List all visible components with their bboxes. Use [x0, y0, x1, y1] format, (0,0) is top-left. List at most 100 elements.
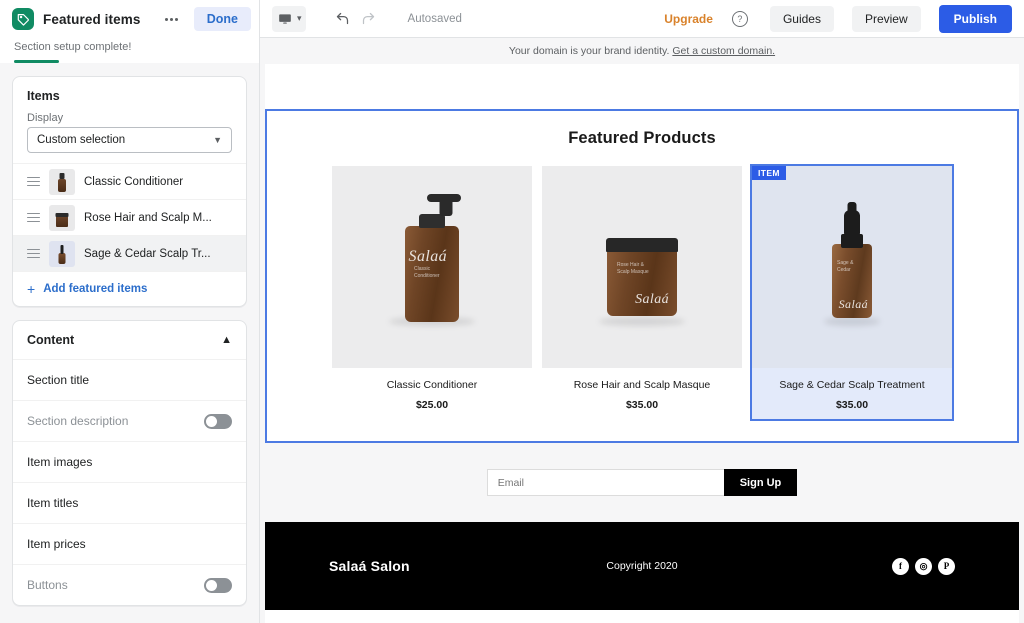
- domain-banner-text: Your domain is your brand identity.: [508, 45, 670, 57]
- add-featured-items-button[interactable]: + Add featured items: [13, 271, 246, 306]
- product-image: Sage & Cedar Salaá: [752, 166, 952, 368]
- sign-up-button[interactable]: Sign Up: [723, 469, 798, 496]
- history-group: [330, 6, 382, 32]
- product-card[interactable]: Rose Hair & Scalp Masque Salaá Rose Hair …: [542, 166, 742, 419]
- autosave-status: Autosaved: [407, 12, 462, 25]
- list-item-selected[interactable]: Sage & Cedar Scalp Tr...: [13, 235, 246, 271]
- undo-arrow-icon: [336, 12, 349, 25]
- list-item-label: Classic Conditioner: [84, 175, 184, 188]
- page-title: Featured items: [43, 11, 141, 27]
- footer-brand: Salaá Salon: [329, 558, 410, 574]
- list-item-label: Rose Hair and Scalp M...: [84, 211, 212, 224]
- content-card-header[interactable]: Content ▲: [13, 321, 246, 359]
- content-row-label: Item prices: [27, 537, 86, 551]
- product-meta: Rose Hair and Scalp Masque $35.00: [542, 368, 742, 419]
- display-label: Display: [27, 112, 64, 124]
- plus-icon: +: [27, 281, 36, 297]
- product-price: $35.00: [625, 399, 659, 411]
- content-row-section-title[interactable]: Section title: [13, 359, 246, 400]
- product-image: Rose Hair & Scalp Masque Salaá: [542, 166, 742, 368]
- section-settings-sidebar: Featured items Done Section setup comple…: [0, 0, 260, 623]
- list-item-label: Sage & Cedar Scalp Tr...: [84, 247, 211, 260]
- chevron-up-icon[interactable]: ▲: [221, 334, 232, 346]
- redo-arrow-icon: [362, 12, 375, 25]
- product-meta: Sage & Cedar Scalp Treatment $35.00: [752, 368, 952, 419]
- content-row-item-titles[interactable]: Item titles: [13, 482, 246, 523]
- content-row-item-images[interactable]: Item images: [13, 441, 246, 482]
- drag-handle-icon[interactable]: [27, 248, 40, 259]
- preview-page: Your domain is your brand identity. Get …: [265, 38, 1019, 623]
- signup-form: Sign Up: [486, 469, 798, 496]
- device-selector-button[interactable]: ▾: [272, 5, 306, 32]
- drag-handle-icon[interactable]: [27, 212, 40, 223]
- drag-handle-icon[interactable]: [27, 176, 40, 187]
- section-heading: Featured Products: [568, 129, 716, 147]
- featured-products-section[interactable]: Featured Products Classic Conditioner Sal…: [265, 109, 1019, 443]
- editor-toolbar: ▾ Autosaved Upgrade ? Guides Preview Pub…: [260, 0, 1024, 38]
- sidebar-header: Featured items Done: [0, 0, 259, 38]
- get-custom-domain-link[interactable]: Get a custom domain.: [672, 45, 775, 57]
- preview-canvas[interactable]: Your domain is your brand identity. Get …: [260, 38, 1024, 623]
- product-name: Rose Hair and Scalp Masque: [573, 379, 711, 391]
- setup-progress: Section setup complete!: [0, 38, 259, 63]
- content-row-label: Section title: [27, 373, 90, 387]
- item-thumbnail: [49, 204, 75, 231]
- redo-button[interactable]: [356, 6, 382, 32]
- content-row-label: Section description: [27, 414, 129, 428]
- product-name: Classic Conditioner: [386, 379, 478, 391]
- items-card-title: Items: [27, 89, 60, 103]
- setup-status-text: Section setup complete!: [14, 41, 132, 53]
- facebook-icon[interactable]: f: [892, 557, 909, 575]
- product-card[interactable]: Classic Conditioner Salaá Classic Conditi…: [332, 166, 532, 419]
- display-select[interactable]: Custom selection ▼: [27, 127, 232, 153]
- product-price: $35.00: [835, 399, 869, 411]
- items-card-top: Items Display Custom selection ▼: [13, 77, 246, 163]
- list-item[interactable]: Rose Hair and Scalp M...: [13, 199, 246, 235]
- content-row-label: Item images: [27, 455, 93, 469]
- content-card-title: Content: [27, 333, 75, 347]
- content-row-label: Buttons: [27, 578, 68, 592]
- domain-banner: Your domain is your brand identity. Get …: [265, 38, 1019, 64]
- instagram-icon[interactable]: ◎: [915, 557, 932, 575]
- pinterest-icon[interactable]: P: [938, 557, 955, 575]
- status-badge: ITEM: [752, 166, 786, 180]
- content-row-buttons[interactable]: Buttons: [13, 564, 246, 605]
- footer-copyright: Copyright 2020: [606, 560, 678, 572]
- editor-main: ▾ Autosaved Upgrade ? Guides Preview Pub…: [260, 0, 1024, 623]
- list-item[interactable]: Classic Conditioner: [13, 163, 246, 199]
- upgrade-link[interactable]: Upgrade: [664, 12, 713, 26]
- product-meta: Classic Conditioner $25.00: [332, 368, 532, 419]
- progress-bar-track: [14, 60, 245, 63]
- newsletter-section[interactable]: Sign Up: [265, 443, 1019, 522]
- product-card-selected[interactable]: ITEM Sage & Cedar Salaá Sage & Cedar Sca…: [750, 164, 954, 421]
- ellipsis-icon: [164, 17, 179, 21]
- site-footer[interactable]: Salaá Salon Copyright 2020 f ◎ P: [265, 522, 1019, 610]
- question-mark-icon[interactable]: ?: [731, 10, 748, 27]
- content-row-label: Item titles: [27, 496, 79, 510]
- email-field[interactable]: [486, 469, 724, 496]
- desktop-icon: [279, 13, 291, 24]
- buttons-toggle[interactable]: [204, 577, 232, 593]
- done-button[interactable]: Done: [193, 7, 251, 31]
- preview-button[interactable]: Preview: [851, 5, 921, 32]
- content-row-item-prices[interactable]: Item prices: [13, 523, 246, 564]
- product-price: $25.00: [415, 399, 449, 411]
- progress-bar-fill: [14, 60, 59, 63]
- display-select-value: Custom selection: [37, 134, 126, 146]
- content-card: Content ▲ Section title Section descript…: [12, 320, 247, 606]
- content-row-section-description[interactable]: Section description: [13, 400, 246, 441]
- publish-button[interactable]: Publish: [938, 4, 1012, 33]
- guides-button[interactable]: Guides: [769, 5, 834, 32]
- undo-button[interactable]: [330, 6, 356, 32]
- chevron-down-icon: ▾: [297, 13, 302, 23]
- sidebar-scroll-area[interactable]: Items Display Custom selection ▼ Classic…: [0, 63, 259, 623]
- product-image: Classic Conditioner Salaá: [332, 166, 532, 368]
- section-description-toggle[interactable]: [204, 413, 232, 429]
- item-thumbnail: [49, 240, 75, 267]
- products-grid: Classic Conditioner Salaá Classic Conditi…: [267, 164, 1017, 421]
- add-featured-items-label: Add featured items: [43, 283, 148, 295]
- product-name: Sage & Cedar Scalp Treatment: [779, 379, 925, 391]
- chevron-down-icon: ▼: [213, 134, 222, 145]
- device-group: ▾: [272, 5, 306, 32]
- more-options-button[interactable]: [159, 7, 185, 31]
